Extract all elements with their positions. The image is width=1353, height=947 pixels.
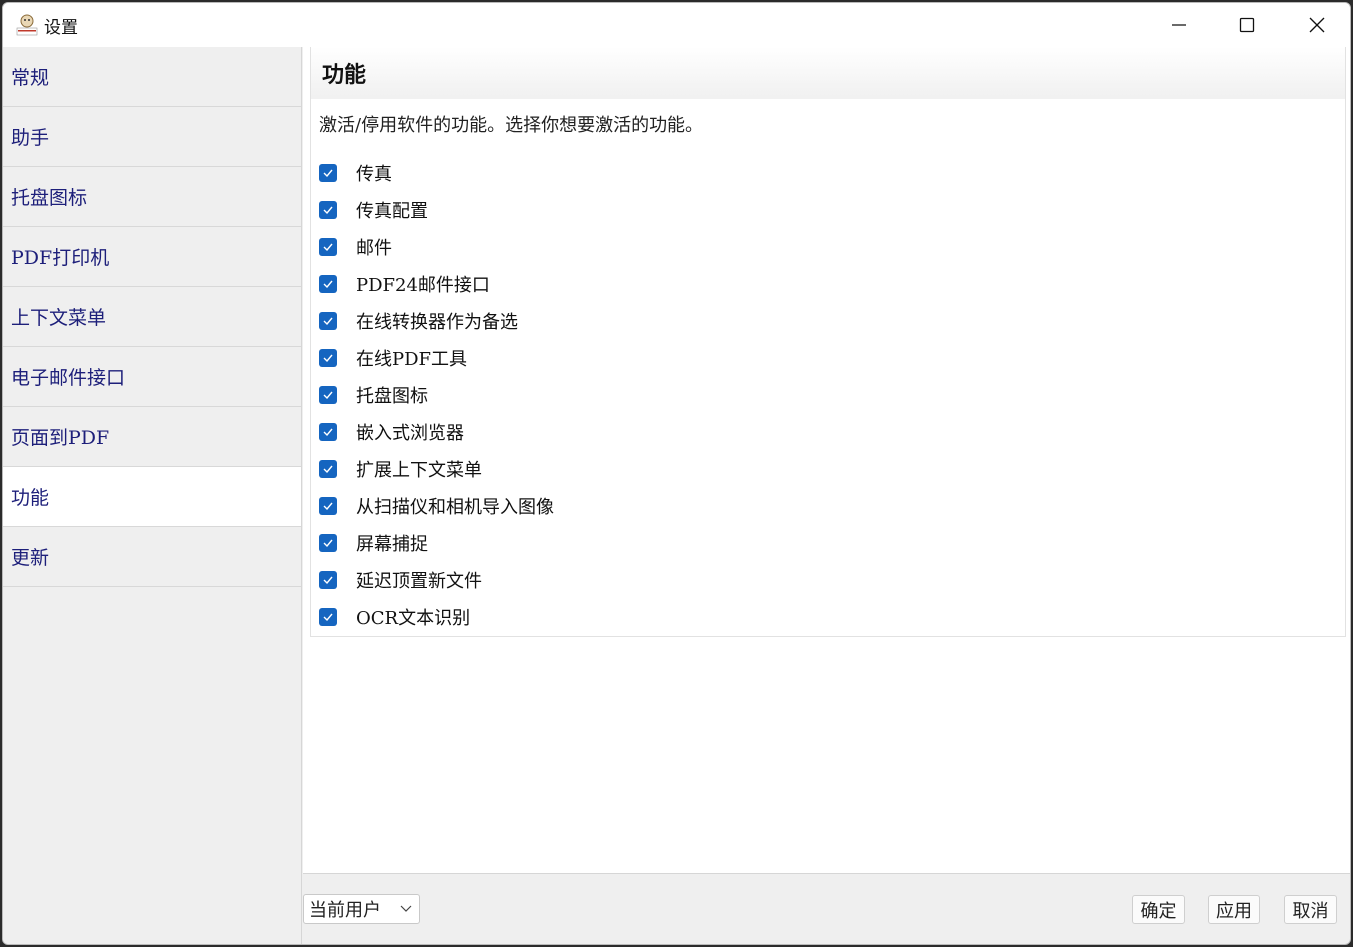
feature-label: 延迟顶置新文件 bbox=[356, 570, 482, 592]
check-icon bbox=[323, 354, 333, 362]
scope-select[interactable]: 当前用户 bbox=[303, 894, 420, 924]
minimize-button[interactable] bbox=[1145, 3, 1213, 47]
title-bar: 设置 bbox=[3, 3, 1350, 47]
feature-checkbox[interactable] bbox=[319, 385, 337, 404]
check-icon bbox=[323, 280, 333, 288]
feature-row[interactable]: 传真配置 bbox=[319, 191, 554, 228]
sidebar-item-features[interactable]: 功能 bbox=[3, 467, 301, 527]
close-button[interactable] bbox=[1283, 3, 1350, 47]
feature-checkbox[interactable] bbox=[319, 533, 337, 552]
feature-label: 传真配置 bbox=[356, 200, 428, 222]
window-title: 设置 bbox=[44, 18, 78, 38]
feature-row[interactable]: 屏幕捕捉 bbox=[319, 524, 554, 561]
feature-row[interactable]: 传真 bbox=[319, 154, 554, 191]
sidebar-item-label: 功能 bbox=[11, 487, 50, 509]
sidebar-nav: 常规 助手 托盘图标 PDF打印机 上下文菜单 电子邮件接口 页面到PDF 功能… bbox=[3, 47, 302, 944]
check-icon bbox=[323, 169, 333, 177]
sidebar-item-label: PDF打印机 bbox=[11, 247, 110, 269]
features-panel: 功能 激活/停用软件的功能。选择你想要激活的功能。 传真传真配置邮件 PDF24邮… bbox=[303, 47, 1350, 874]
check-icon bbox=[323, 206, 333, 214]
sidebar-item-label: 电子邮件接口 bbox=[11, 367, 126, 389]
apply-button[interactable]: 应用 bbox=[1208, 895, 1260, 924]
feature-row[interactable]: PDF24邮件接口 bbox=[319, 265, 554, 302]
check-icon bbox=[323, 428, 333, 436]
maximize-button[interactable] bbox=[1213, 3, 1281, 47]
feature-checkbox[interactable] bbox=[319, 496, 337, 515]
check-icon bbox=[323, 539, 333, 547]
sidebar-item-assistant[interactable]: 助手 bbox=[3, 107, 301, 167]
check-icon bbox=[323, 613, 333, 621]
close-icon bbox=[1309, 17, 1325, 33]
settings-window: 设置 常规 助手 托盘图标 PDF打印机 上下文菜单 电子邮件接口 页面到PDF… bbox=[2, 2, 1351, 945]
feature-checkbox[interactable] bbox=[319, 607, 337, 626]
feature-checkbox[interactable] bbox=[319, 311, 337, 330]
feature-label: 从扫描仪和相机导入图像 bbox=[356, 496, 554, 518]
feature-checkbox[interactable] bbox=[319, 163, 337, 182]
feature-label: OCR文本识别 bbox=[356, 607, 471, 629]
check-icon bbox=[323, 465, 333, 473]
feature-checkbox[interactable] bbox=[319, 200, 337, 219]
feature-row[interactable]: 在线PDF工具 bbox=[319, 339, 554, 376]
feature-row[interactable]: 从扫描仪和相机导入图像 bbox=[319, 487, 554, 524]
feature-label: 在线转换器作为备选 bbox=[356, 311, 518, 333]
sidebar-item-pdf-printer[interactable]: PDF打印机 bbox=[3, 227, 301, 287]
cancel-button[interactable]: 取消 bbox=[1284, 895, 1337, 924]
feature-label: 嵌入式浏览器 bbox=[356, 422, 464, 444]
feature-label: 托盘图标 bbox=[356, 385, 428, 407]
feature-list: 传真传真配置邮件 PDF24邮件接口在线转换器作为备选 在线PDF工具 托盘图标嵌入式… bbox=[319, 154, 554, 635]
sidebar-item-label: 更新 bbox=[11, 547, 50, 569]
features-group: 功能 激活/停用软件的功能。选择你想要激活的功能。 传真传真配置邮件 PDF24邮… bbox=[310, 47, 1346, 637]
feature-checkbox[interactable] bbox=[319, 459, 337, 478]
ok-button[interactable]: 确定 bbox=[1132, 895, 1185, 924]
section-heading: 功能 bbox=[311, 47, 1345, 99]
sidebar-item-label: 页面到PDF bbox=[11, 427, 110, 449]
section-description: 激活/停用软件的功能。选择你想要激活的功能。 bbox=[319, 115, 704, 136]
feature-checkbox[interactable] bbox=[319, 570, 337, 589]
feature-label: PDF24邮件接口 bbox=[356, 274, 490, 296]
scope-select-value: 当前用户 bbox=[309, 900, 381, 921]
sidebar-item-email-interface[interactable]: 电子邮件接口 bbox=[3, 347, 301, 407]
feature-checkbox[interactable] bbox=[319, 348, 337, 367]
chevron-down-icon bbox=[400, 905, 412, 912]
feature-row[interactable]: 扩展上下文菜单 bbox=[319, 450, 554, 487]
sidebar-item-updates[interactable]: 更新 bbox=[3, 527, 301, 587]
feature-label: 扩展上下文菜单 bbox=[356, 459, 482, 481]
feature-label: 在线PDF工具 bbox=[356, 348, 468, 370]
maximize-icon bbox=[1239, 17, 1255, 33]
feature-row[interactable]: OCR文本识别 bbox=[319, 598, 554, 635]
check-icon bbox=[323, 502, 333, 510]
pdf24-app-icon bbox=[16, 14, 38, 36]
feature-checkbox[interactable] bbox=[319, 422, 337, 441]
feature-row[interactable]: 嵌入式浏览器 bbox=[319, 413, 554, 450]
check-icon bbox=[323, 576, 333, 584]
sidebar-item-page-to-pdf[interactable]: 页面到PDF bbox=[3, 407, 301, 467]
feature-row[interactable]: 托盘图标 bbox=[319, 376, 554, 413]
feature-checkbox[interactable] bbox=[319, 274, 337, 293]
sidebar-item-label: 常规 bbox=[11, 67, 50, 89]
feature-row[interactable]: 延迟顶置新文件 bbox=[319, 561, 554, 598]
check-icon bbox=[323, 243, 333, 251]
check-icon bbox=[323, 317, 333, 325]
check-icon bbox=[323, 391, 333, 399]
sidebar-item-context-menu[interactable]: 上下文菜单 bbox=[3, 287, 301, 347]
feature-row[interactable]: 邮件 bbox=[319, 228, 554, 265]
feature-label: 传真 bbox=[356, 163, 392, 185]
sidebar-item-tray-icon[interactable]: 托盘图标 bbox=[3, 167, 301, 227]
feature-row[interactable]: 在线转换器作为备选 bbox=[319, 302, 554, 339]
sidebar-item-label: 上下文菜单 bbox=[11, 307, 107, 329]
feature-label: 屏幕捕捉 bbox=[356, 533, 428, 555]
feature-label: 邮件 bbox=[356, 237, 392, 259]
sidebar-item-label: 托盘图标 bbox=[11, 187, 88, 209]
feature-checkbox[interactable] bbox=[319, 237, 337, 256]
minimize-icon bbox=[1172, 24, 1186, 26]
sidebar-item-general[interactable]: 常规 bbox=[3, 47, 301, 107]
sidebar-item-label: 助手 bbox=[11, 127, 50, 149]
